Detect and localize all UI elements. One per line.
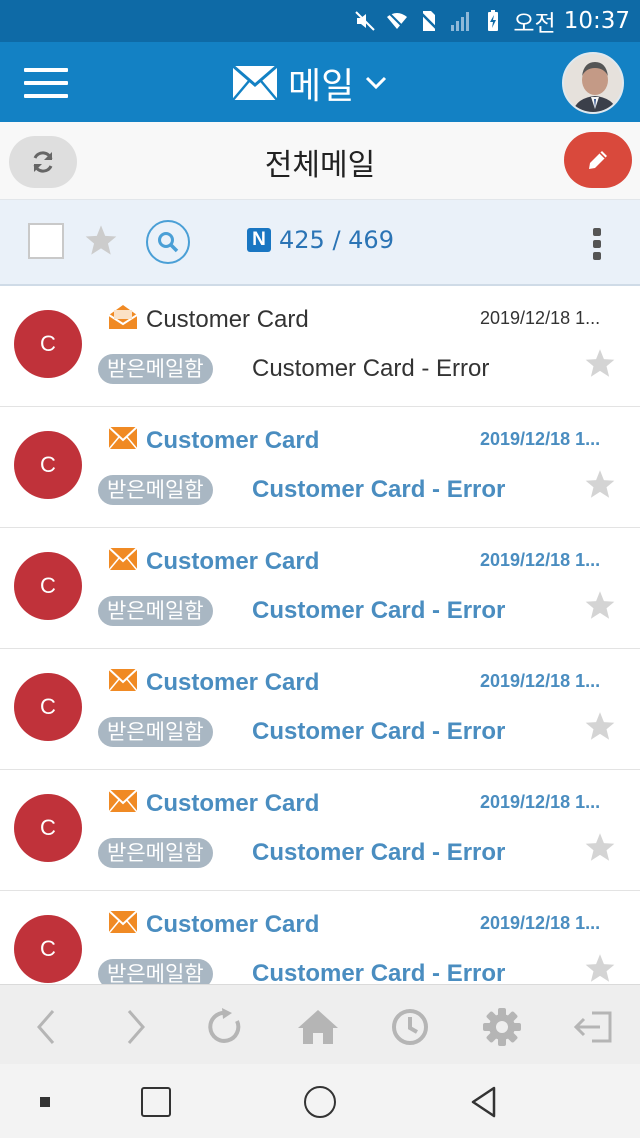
envelope-closed-icon [108, 789, 138, 813]
status-icons: 오전 10:37 [353, 0, 630, 42]
back-icon[interactable] [24, 1005, 68, 1049]
mail-subject: Customer Card - Error [252, 597, 506, 624]
count-current: 425 [279, 226, 325, 254]
wifi-icon [387, 12, 408, 30]
mail-subject: Customer Card - Error [252, 839, 506, 866]
mail-sender: Customer Card [146, 306, 309, 333]
folder-badge: 받은메일함 [98, 475, 213, 505]
new-badge: N [247, 228, 271, 252]
mail-sender: Customer Card [146, 669, 320, 696]
list-toolbar: N 425 / 469 [0, 200, 640, 286]
mail-sender: Customer Card [146, 911, 320, 938]
hamburger-icon[interactable] [24, 68, 68, 98]
folder-badge: 받은메일함 [98, 838, 213, 868]
envelope-closed-icon [108, 910, 138, 934]
sender-avatar: C [14, 673, 82, 741]
mail-app-screen: 오전 10:37 메일 전체메일 N 425 / 469 C Customer … [0, 0, 640, 1138]
envelope-closed-icon [108, 426, 138, 450]
pencil-icon [589, 151, 607, 169]
star-icon[interactable] [584, 711, 616, 741]
count-total: 469 [348, 226, 394, 254]
history-icon[interactable] [388, 1005, 432, 1049]
status-bar: 오전 10:37 [0, 0, 640, 42]
mail-date: 2019/12/18 1... [480, 792, 601, 812]
browser-toolbar [0, 984, 640, 1064]
folder-badge: 받은메일함 [98, 959, 213, 984]
list-item[interactable]: C Customer Card 2019/12/18 1... 받은메일함 Cu… [0, 407, 640, 528]
star-icon[interactable] [584, 953, 616, 983]
folder-header: 전체메일 [0, 122, 640, 200]
sender-avatar: C [14, 915, 82, 983]
star-icon[interactable] [584, 348, 616, 378]
search-icon [158, 232, 179, 253]
list-item[interactable]: C Customer Card 2019/12/18 1... 받은메일함 Cu… [0, 649, 640, 770]
more-options-icon[interactable] [590, 228, 604, 260]
folder-badge: 받은메일함 [98, 596, 213, 626]
signal-icon [451, 12, 470, 31]
chevron-down-icon [366, 76, 387, 90]
mail-subject: Customer Card - Error [252, 476, 506, 503]
mute-icon [355, 11, 376, 31]
logout-icon[interactable] [572, 1005, 616, 1049]
system-nav-bar [0, 1064, 640, 1138]
user-avatar[interactable] [562, 52, 624, 114]
list-item[interactable]: C Customer Card 2019/12/18 1... 받은메일함 Cu… [0, 891, 640, 984]
settings-icon[interactable] [480, 1005, 524, 1049]
mail-subject: Customer Card - Error [252, 355, 490, 382]
home-circle-icon[interactable] [302, 1084, 338, 1120]
star-icon[interactable] [584, 590, 616, 620]
mail-date: 2019/12/18 1... [480, 308, 601, 328]
envelope-open-icon [108, 305, 138, 329]
star-icon[interactable] [584, 469, 616, 499]
count-separator: / [324, 226, 349, 254]
sender-avatar: C [14, 431, 82, 499]
list-item[interactable]: C Customer Card 2019/12/18 1... 받은메일함 Cu… [0, 770, 640, 891]
folder-badge: 받은메일함 [98, 717, 213, 747]
back-triangle-icon[interactable] [466, 1084, 502, 1120]
page-header-title: 메일 [288, 66, 355, 107]
search-button[interactable] [146, 220, 190, 264]
mail-date: 2019/12/18 1... [480, 550, 601, 570]
compose-button[interactable] [564, 132, 632, 188]
forward-icon[interactable] [114, 1005, 158, 1049]
mail-sender: Customer Card [146, 548, 320, 575]
list-item[interactable]: C Customer Card 2019/12/18 1... 받은메일함 Cu… [0, 528, 640, 649]
home-icon[interactable] [296, 1005, 340, 1049]
select-all-checkbox[interactable] [28, 223, 64, 259]
battery-charging-icon [488, 10, 499, 31]
star-icon[interactable] [584, 832, 616, 862]
mail-title-dropdown[interactable]: 메일 [232, 60, 388, 107]
envelope-closed-icon [108, 668, 138, 692]
mail-sender: Customer Card [146, 427, 320, 454]
clock: 10:37 [563, 8, 630, 34]
mail-subject: Customer Card - Error [252, 960, 506, 984]
reload-icon[interactable] [204, 1005, 248, 1049]
folder-badge: 받은메일함 [98, 354, 213, 384]
dot-icon[interactable] [27, 1084, 63, 1120]
star-filter-icon[interactable] [84, 224, 118, 256]
mail-count: N 425 / 469 [247, 226, 394, 254]
time-prefix: 오전 [513, 11, 556, 37]
list-item[interactable]: C Customer Card 2019/12/18 1... 받은메일함 Cu… [0, 286, 640, 407]
mail-subject: Customer Card - Error [252, 718, 506, 745]
envelope-closed-icon [108, 547, 138, 571]
profile-photo [564, 54, 622, 112]
mail-sender: Customer Card [146, 790, 320, 817]
mail-list: C Customer Card 2019/12/18 1... 받은메일함 Cu… [0, 286, 640, 984]
sender-avatar: C [14, 310, 82, 378]
sender-avatar: C [14, 794, 82, 862]
mail-date: 2019/12/18 1... [480, 671, 601, 691]
app-header: 메일 [0, 42, 640, 122]
recents-icon[interactable] [138, 1084, 174, 1120]
sender-avatar: C [14, 552, 82, 620]
envelope-icon [232, 65, 278, 101]
folder-title: 전체메일 [264, 148, 376, 183]
mail-date: 2019/12/18 1... [480, 429, 601, 449]
mail-date: 2019/12/18 1... [480, 913, 601, 933]
no-sim-icon [419, 11, 440, 31]
